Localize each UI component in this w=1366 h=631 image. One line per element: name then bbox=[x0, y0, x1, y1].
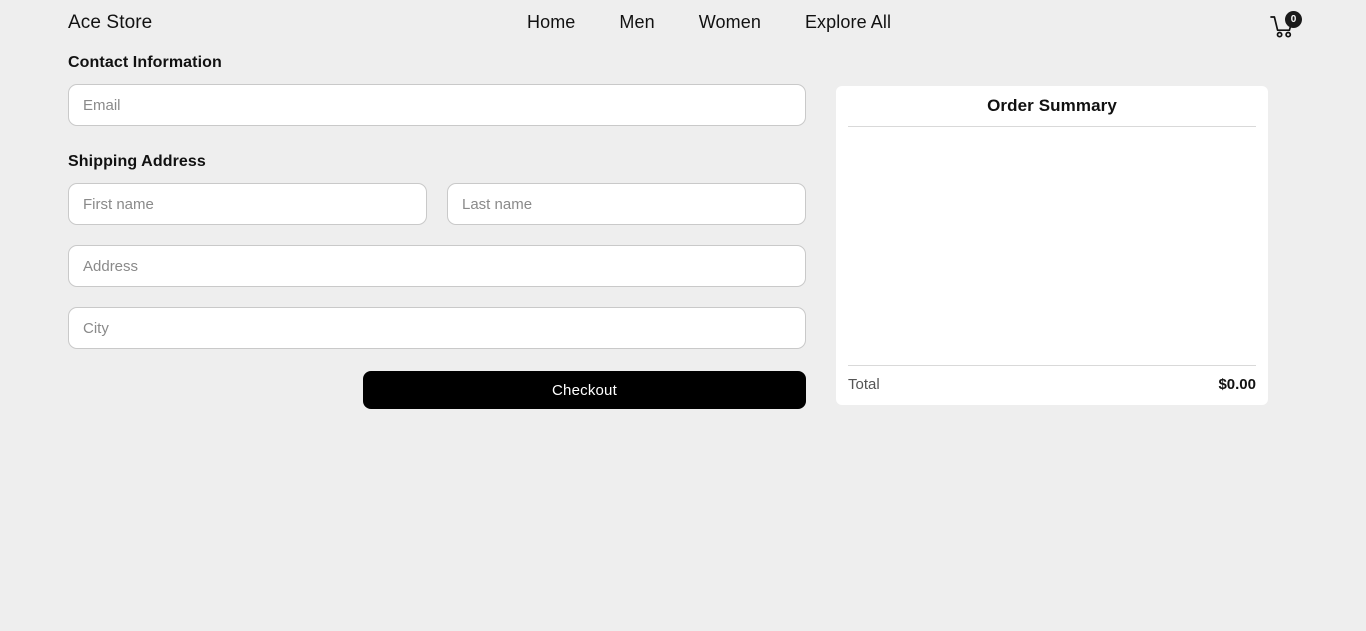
first-name-input[interactable] bbox=[68, 183, 427, 225]
cart-button[interactable]: 0 bbox=[1270, 9, 1304, 41]
order-summary-title: Order Summary bbox=[987, 96, 1117, 115]
checkout-button[interactable]: Checkout bbox=[363, 371, 806, 409]
shipping-address-heading: Shipping Address bbox=[68, 153, 206, 170]
last-name-input[interactable] bbox=[447, 183, 806, 225]
nav-item-men[interactable]: Men bbox=[597, 12, 676, 33]
nav-item-explore-all[interactable]: Explore All bbox=[783, 12, 913, 33]
order-total-label: Total bbox=[848, 376, 880, 393]
city-input[interactable] bbox=[68, 307, 806, 349]
name-field-row bbox=[68, 183, 806, 225]
contact-information-heading: Contact Information bbox=[68, 54, 222, 71]
order-total-value: $0.00 bbox=[1218, 376, 1256, 393]
submit-row: Checkout bbox=[68, 371, 806, 409]
email-input[interactable] bbox=[68, 84, 806, 126]
order-summary-panel: Order Summary Total $0.00 bbox=[836, 86, 1268, 405]
order-summary-items-list bbox=[848, 127, 1256, 365]
site-header: Ace Store Home Men Women Explore All 0 bbox=[0, 0, 1366, 50]
nav-item-women[interactable]: Women bbox=[677, 12, 783, 33]
checkout-form: Contact Information Shipping Address Che… bbox=[68, 54, 806, 409]
brand-logo[interactable]: Ace Store bbox=[68, 12, 152, 34]
order-total-row: Total $0.00 bbox=[848, 366, 1256, 405]
cart-count-badge: 0 bbox=[1285, 11, 1302, 28]
main-navigation: Home Men Women Explore All bbox=[505, 12, 913, 33]
nav-item-home[interactable]: Home bbox=[505, 12, 597, 33]
address-input[interactable] bbox=[68, 245, 806, 287]
